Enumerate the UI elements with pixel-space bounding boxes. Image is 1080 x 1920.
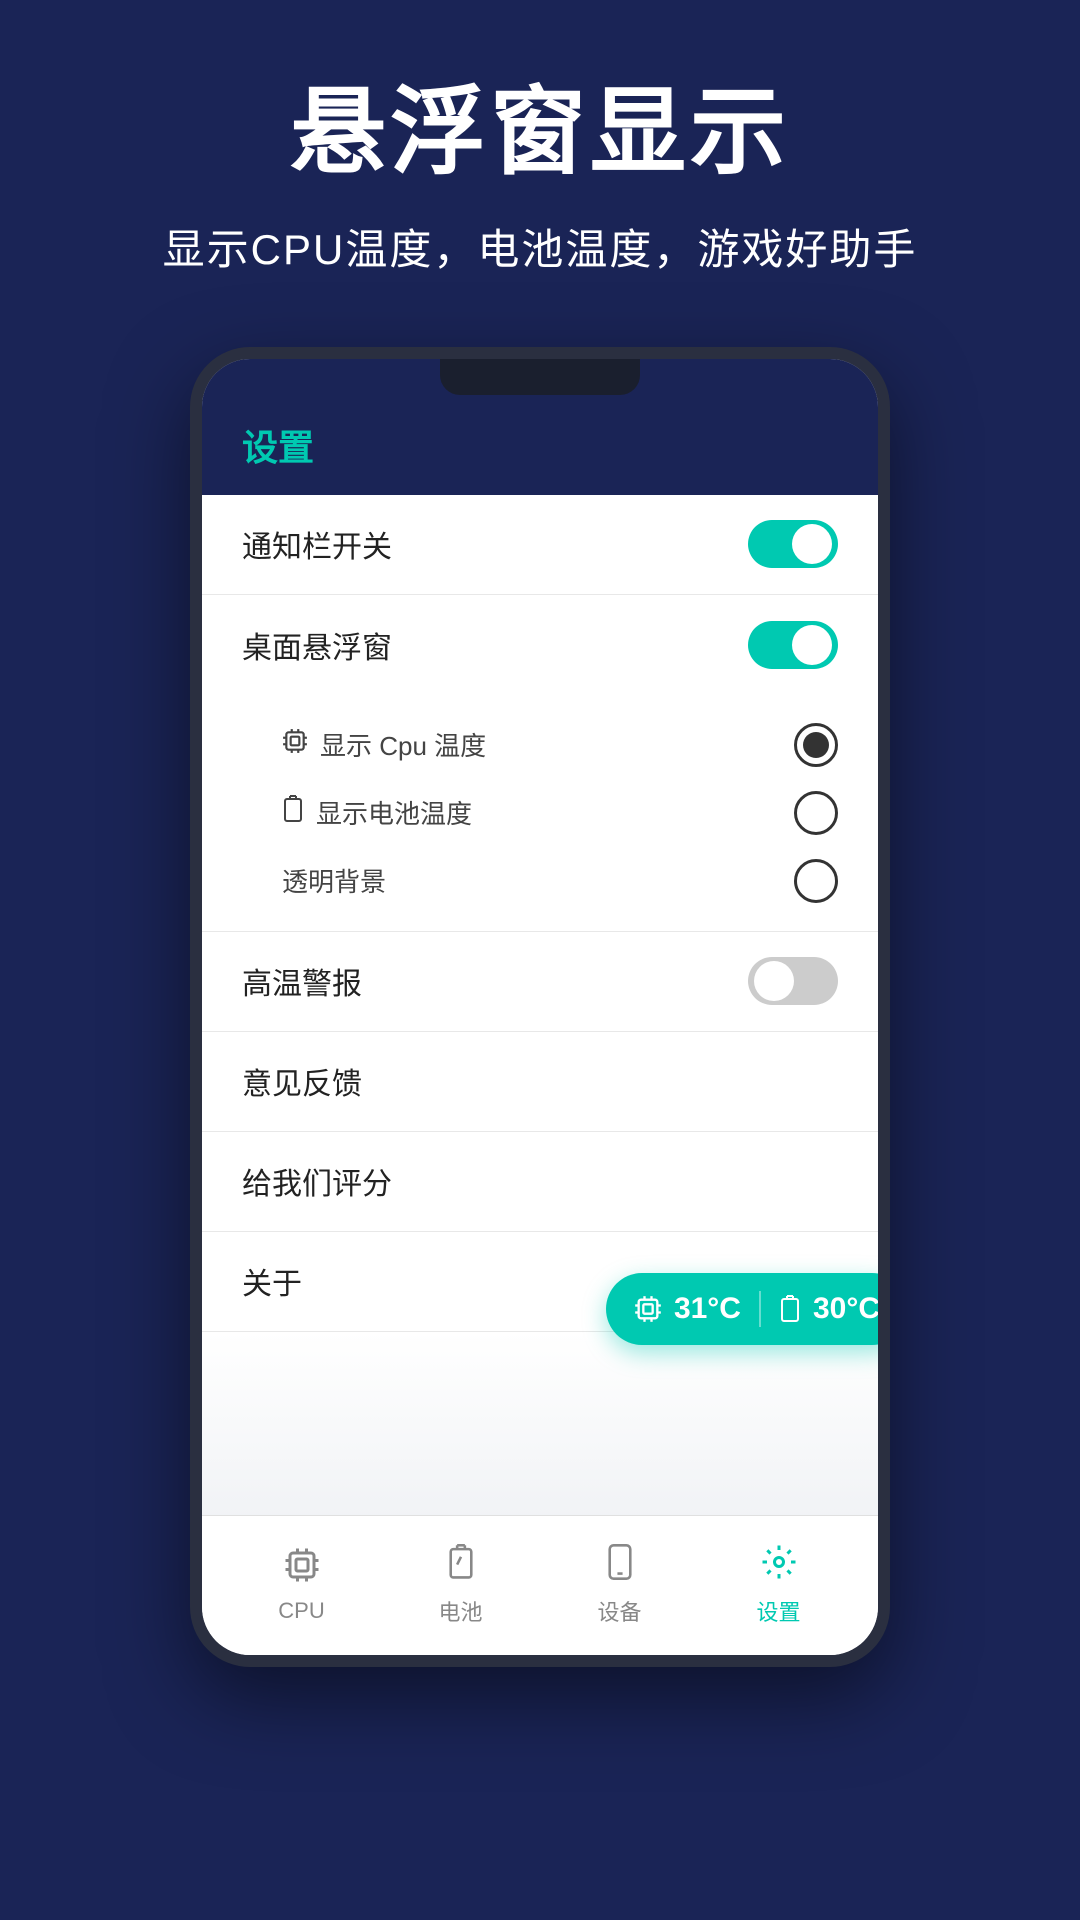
settings-item-rate[interactable]: 给我们评分	[202, 1132, 878, 1232]
settings-list: 通知栏开关 桌面悬浮窗	[202, 495, 878, 1515]
battery-nav-label: 电池	[438, 1595, 482, 1627]
page-title: 悬浮窗显示	[60, 80, 1020, 186]
feedback-label: 意见反馈	[242, 1059, 362, 1103]
cpu-nav-icon	[284, 1547, 320, 1592]
page-subtitle: 显示CPU温度，电池温度，游戏好助手	[60, 216, 1020, 277]
float-sub-group: 显示 Cpu 温度	[202, 695, 878, 932]
about-label: 关于	[242, 1259, 302, 1303]
battery-temp-label: 显示电池温度	[316, 794, 472, 831]
transparent-label: 透明背景	[282, 862, 386, 899]
settings-item-alert[interactable]: 高温警报	[202, 932, 878, 1032]
notification-label: 通知栏开关	[242, 522, 392, 566]
nav-item-battery[interactable]: 电池	[381, 1544, 540, 1627]
cpu-temp-icon	[282, 728, 308, 761]
rate-label: 给我们评分	[242, 1159, 392, 1203]
cpu-temp-display: 31°C	[634, 1292, 741, 1326]
battery-temp-radio[interactable]	[794, 791, 838, 835]
battery-nav-icon	[445, 1544, 477, 1589]
transparent-radio[interactable]	[794, 859, 838, 903]
widget-divider	[759, 1291, 761, 1327]
alert-toggle[interactable]	[748, 957, 838, 1005]
battery-temp-icon	[282, 795, 304, 830]
settings-title: 设置	[242, 419, 838, 471]
settings-nav-label: 设置	[756, 1595, 800, 1627]
settings-nav-icon	[761, 1544, 797, 1589]
cpu-nav-label: CPU	[278, 1598, 324, 1624]
settings-item-notification[interactable]: 通知栏开关	[202, 495, 878, 595]
nav-item-settings[interactable]: 设置	[699, 1544, 858, 1627]
phone-notch	[440, 359, 640, 395]
float-toggle[interactable]	[748, 621, 838, 669]
sub-item-transparent[interactable]: 透明背景	[202, 847, 878, 915]
battery-temp-display: 30°C	[779, 1292, 880, 1326]
settings-empty-space	[202, 1332, 878, 1515]
settings-item-feedback[interactable]: 意见反馈	[202, 1032, 878, 1132]
floating-temperature-widget[interactable]: 31°C 30°C	[606, 1273, 890, 1345]
device-nav-label: 设备	[597, 1595, 641, 1627]
nav-item-device[interactable]: 设备	[540, 1544, 699, 1627]
settings-item-float[interactable]: 桌面悬浮窗	[202, 595, 878, 695]
cpu-temp-radio[interactable]	[794, 723, 838, 767]
cpu-temp-label: 显示 Cpu 温度	[320, 726, 486, 763]
bottom-nav: CPU 电池	[202, 1515, 878, 1655]
sub-item-cpu-temp[interactable]: 显示 Cpu 温度	[202, 711, 878, 779]
float-label: 桌面悬浮窗	[242, 623, 392, 667]
phone-mockup-container: 设置 通知栏开关 桌面悬浮窗	[0, 347, 1080, 1667]
notification-toggle[interactable]	[748, 520, 838, 568]
header-section: 悬浮窗显示 显示CPU温度，电池温度，游戏好助手	[0, 0, 1080, 317]
phone-screen: 设置 通知栏开关 桌面悬浮窗	[202, 359, 878, 1655]
sub-item-battery-temp[interactable]: 显示电池温度	[202, 779, 878, 847]
nav-item-cpu[interactable]: CPU	[222, 1547, 381, 1624]
device-nav-icon	[605, 1544, 635, 1589]
alert-label: 高温警报	[242, 959, 362, 1003]
phone-mockup: 设置 通知栏开关 桌面悬浮窗	[190, 347, 890, 1667]
